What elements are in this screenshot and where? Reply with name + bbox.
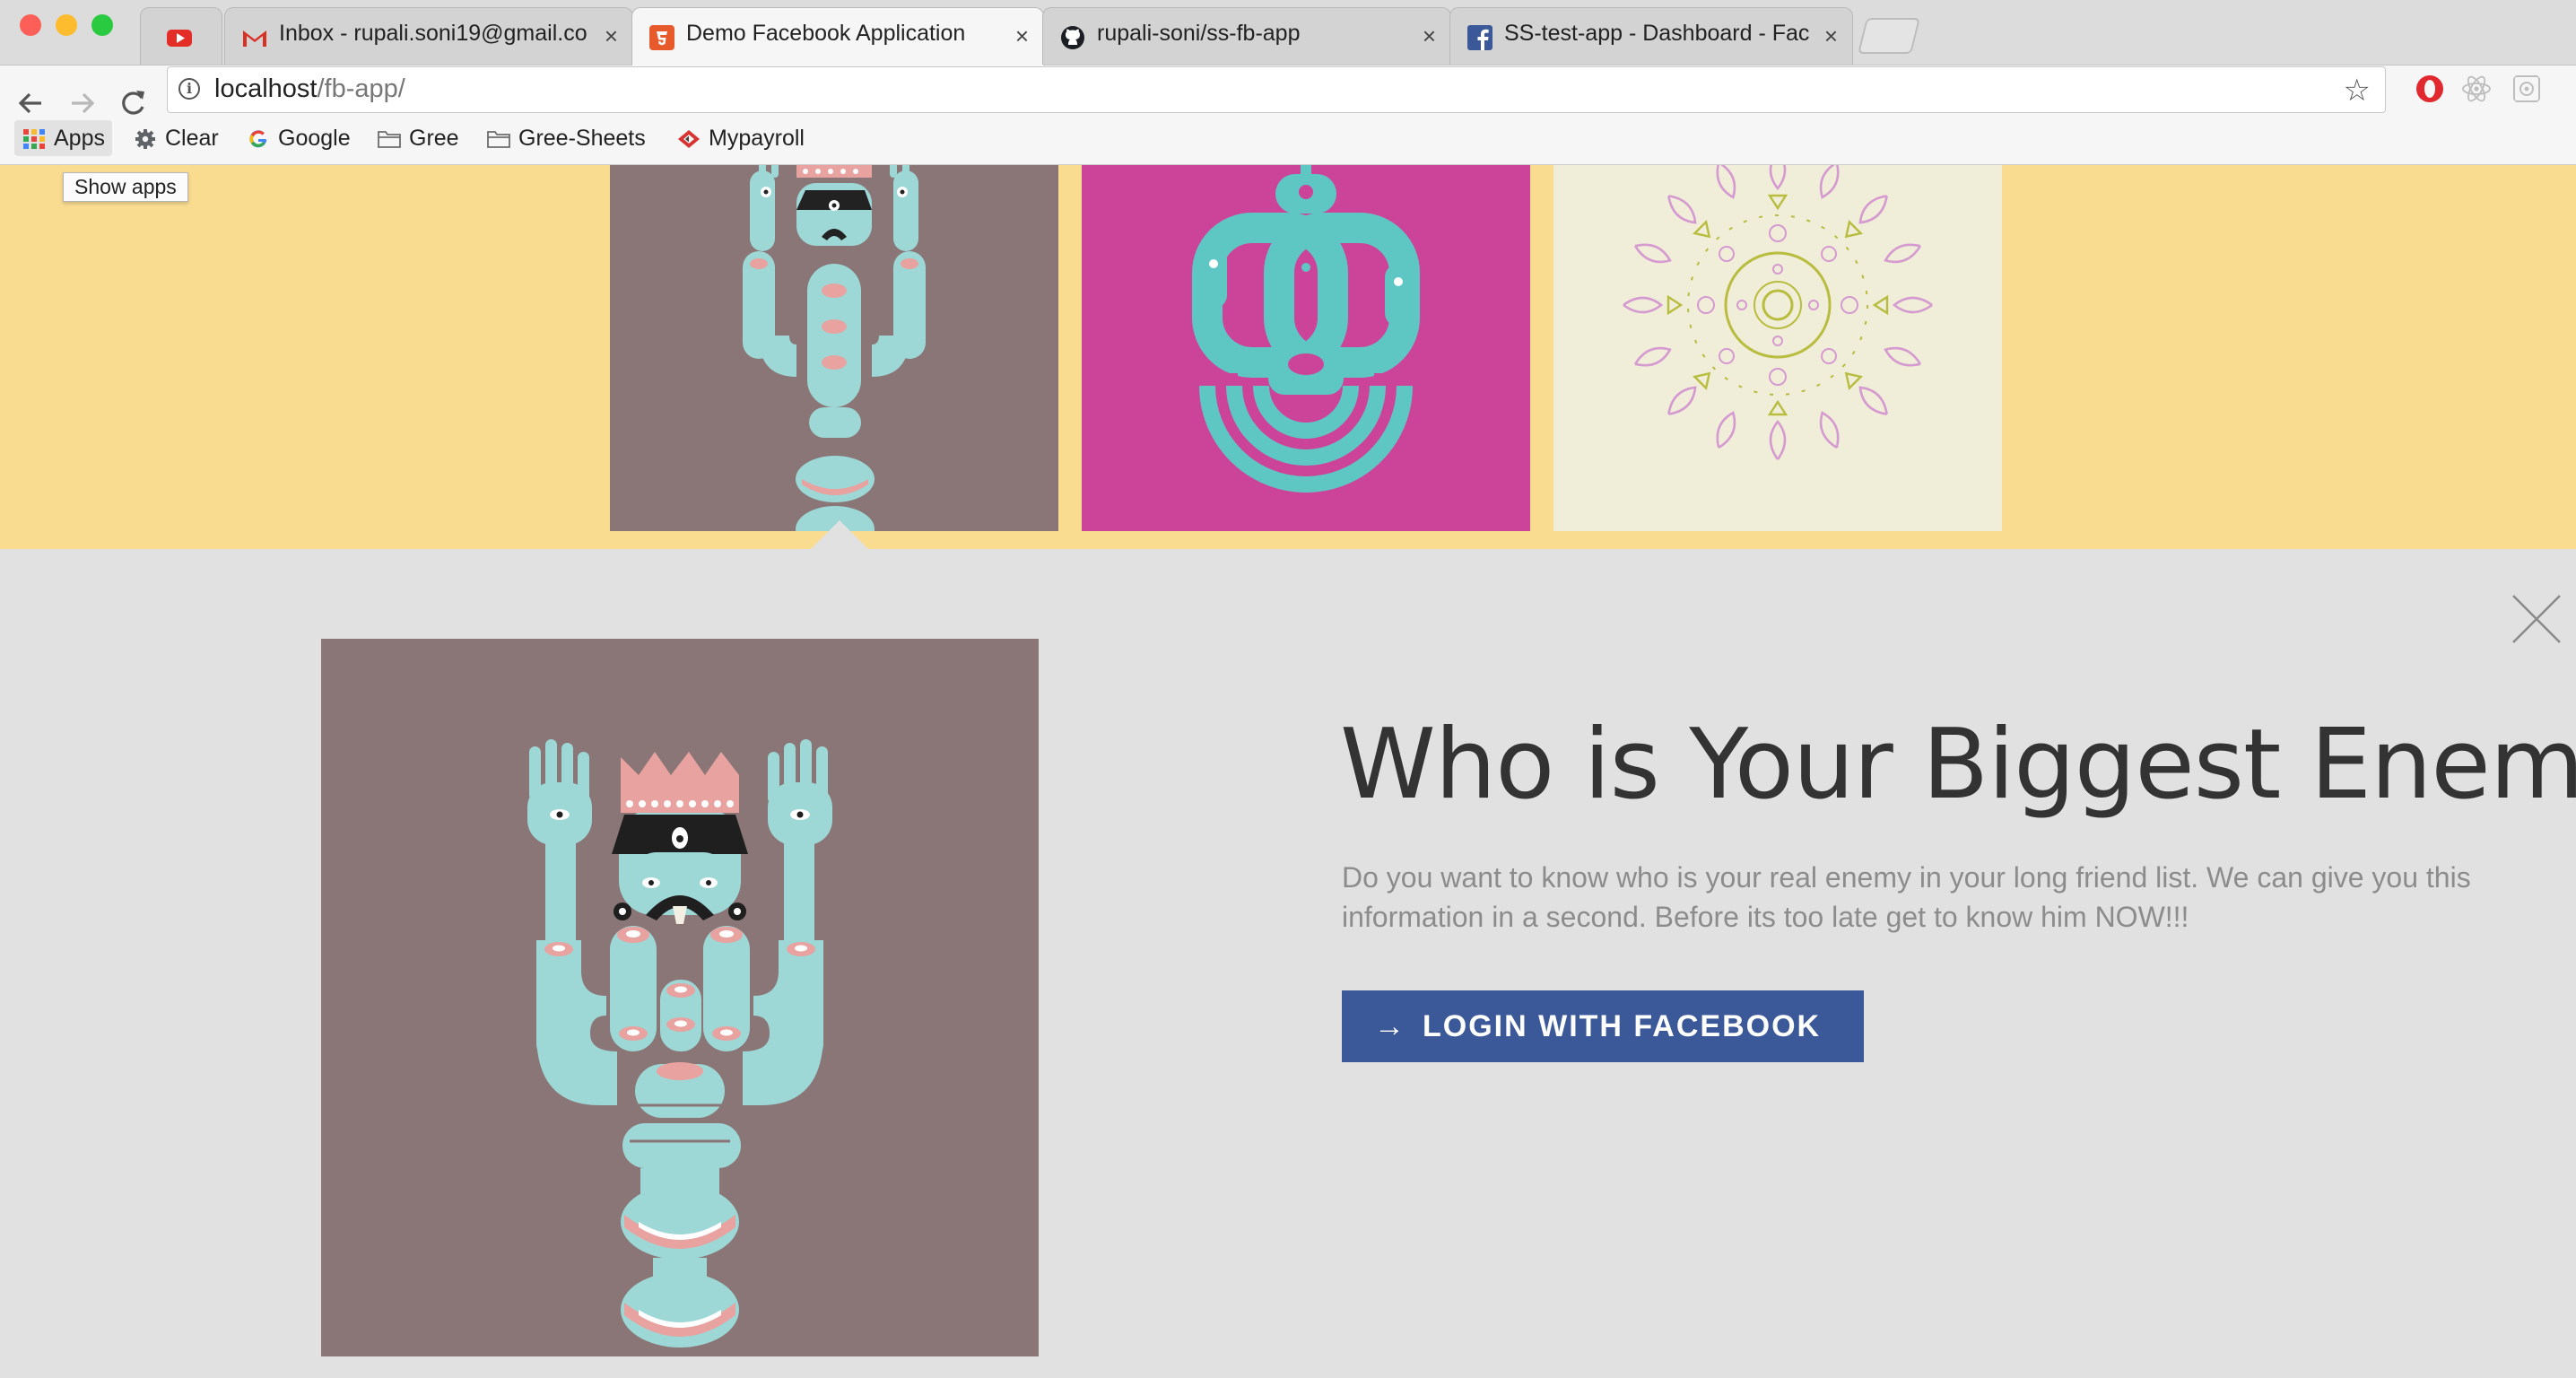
tab-close-icon[interactable]: × bbox=[1824, 22, 1838, 49]
tab-title: Inbox - rupali.soni19@gmail.co bbox=[279, 21, 587, 46]
url-host: localhost bbox=[214, 74, 318, 103]
bookmark-clear[interactable]: Clear bbox=[133, 120, 219, 156]
google-icon bbox=[249, 130, 267, 148]
tab-inbox[interactable]: Inbox - rupali.soni19@gmail.co × bbox=[224, 7, 633, 65]
totem-figure-illustration bbox=[527, 739, 832, 1347]
react-devtools-icon[interactable] bbox=[2459, 72, 2493, 106]
bookmark-mypayroll[interactable]: Mypayroll bbox=[676, 120, 805, 156]
close-window-button[interactable] bbox=[20, 14, 41, 36]
address-url: localhost/fb-app/ bbox=[214, 74, 405, 104]
html5-icon bbox=[649, 25, 674, 50]
bookmark-gree-sheets[interactable]: Gree-Sheets bbox=[486, 120, 646, 156]
gallery-item-mandala[interactable] bbox=[1553, 165, 2002, 531]
close-icon[interactable] bbox=[2511, 594, 2562, 644]
tab-title: Demo Facebook Application bbox=[686, 21, 966, 46]
bookmark-label: Mypayroll bbox=[709, 126, 805, 151]
mandala-illustration bbox=[1623, 165, 1933, 460]
tab-close-icon[interactable]: × bbox=[605, 22, 618, 49]
extension-puzzle-icon[interactable] bbox=[2510, 72, 2544, 106]
folder-icon bbox=[378, 131, 401, 149]
tab-github-repo[interactable]: rupali-soni/ss-fb-app × bbox=[1042, 7, 1451, 65]
site-info-icon[interactable]: i bbox=[178, 78, 200, 100]
bookmark-gree[interactable]: Gree bbox=[377, 120, 459, 156]
back-arrow-icon[interactable] bbox=[13, 85, 48, 121]
new-tab-button[interactable] bbox=[1858, 18, 1920, 54]
tab-close-icon[interactable]: × bbox=[1423, 22, 1436, 49]
selected-image bbox=[321, 639, 1039, 1356]
login-button-label: LOGIN WITH FACEBOOK bbox=[1423, 1009, 1822, 1043]
maximize-window-button[interactable] bbox=[91, 14, 113, 36]
right-arrow-icon: → bbox=[1374, 1009, 1406, 1043]
login-with-facebook-button[interactable]: → LOGIN WITH FACEBOOK bbox=[1342, 990, 1864, 1062]
tab-facebook-dashboard[interactable]: SS-test-app - Dashboard - Fac × bbox=[1449, 7, 1853, 65]
tab-demo-facebook-application[interactable]: Demo Facebook Application × bbox=[631, 7, 1044, 65]
mypayroll-icon bbox=[678, 130, 700, 149]
bookmark-label: Gree bbox=[409, 126, 459, 151]
tab-title: SS-test-app - Dashboard - Fac bbox=[1504, 21, 1810, 46]
selection-pointer bbox=[811, 520, 868, 549]
gear-icon bbox=[135, 129, 155, 150]
page-description: Do you want to know who is your real ene… bbox=[1342, 861, 2471, 933]
gallery-item-totem-magenta[interactable] bbox=[1082, 165, 1530, 531]
forward-arrow-icon[interactable] bbox=[65, 85, 100, 121]
url-path: /fb-app/ bbox=[317, 74, 405, 103]
github-icon bbox=[1061, 26, 1084, 49]
tab-youtube[interactable] bbox=[140, 7, 222, 65]
opera-extension-icon[interactable] bbox=[2413, 72, 2447, 106]
minimize-window-button[interactable] bbox=[56, 14, 77, 36]
gallery-item-totem-gray[interactable] bbox=[610, 165, 1058, 531]
bookmark-label: Gree-Sheets bbox=[518, 126, 646, 151]
totem-figure-illustration bbox=[743, 165, 926, 531]
gmail-icon bbox=[243, 31, 266, 47]
bookmark-label: Apps bbox=[54, 126, 105, 151]
bookmark-apps[interactable]: Apps bbox=[14, 120, 112, 156]
bookmark-google[interactable]: Google bbox=[246, 120, 351, 156]
facebook-icon bbox=[1467, 25, 1493, 50]
reload-icon[interactable] bbox=[115, 85, 151, 121]
browser-tab-strip: Inbox - rupali.soni19@gmail.co × Demo Fa… bbox=[0, 0, 2576, 65]
folder-icon bbox=[487, 131, 510, 149]
address-bar[interactable]: i localhost/fb-app/ ☆ bbox=[167, 66, 2386, 113]
youtube-icon bbox=[167, 30, 192, 47]
bookmark-label: Google bbox=[278, 126, 351, 151]
show-apps-tooltip: Show apps bbox=[63, 172, 188, 202]
gallery-strip bbox=[0, 165, 2576, 549]
bookmark-star-icon[interactable]: ☆ bbox=[2344, 73, 2371, 109]
tab-title: rupali-soni/ss-fb-app bbox=[1097, 21, 1301, 46]
totem-figure-illustration bbox=[1192, 165, 1420, 493]
bookmark-label: Clear bbox=[165, 126, 219, 151]
tab-close-icon[interactable]: × bbox=[1015, 22, 1029, 49]
page-title: Who is Your Biggest Enemy? bbox=[1340, 709, 2576, 821]
apps-grid-icon bbox=[23, 129, 45, 150]
